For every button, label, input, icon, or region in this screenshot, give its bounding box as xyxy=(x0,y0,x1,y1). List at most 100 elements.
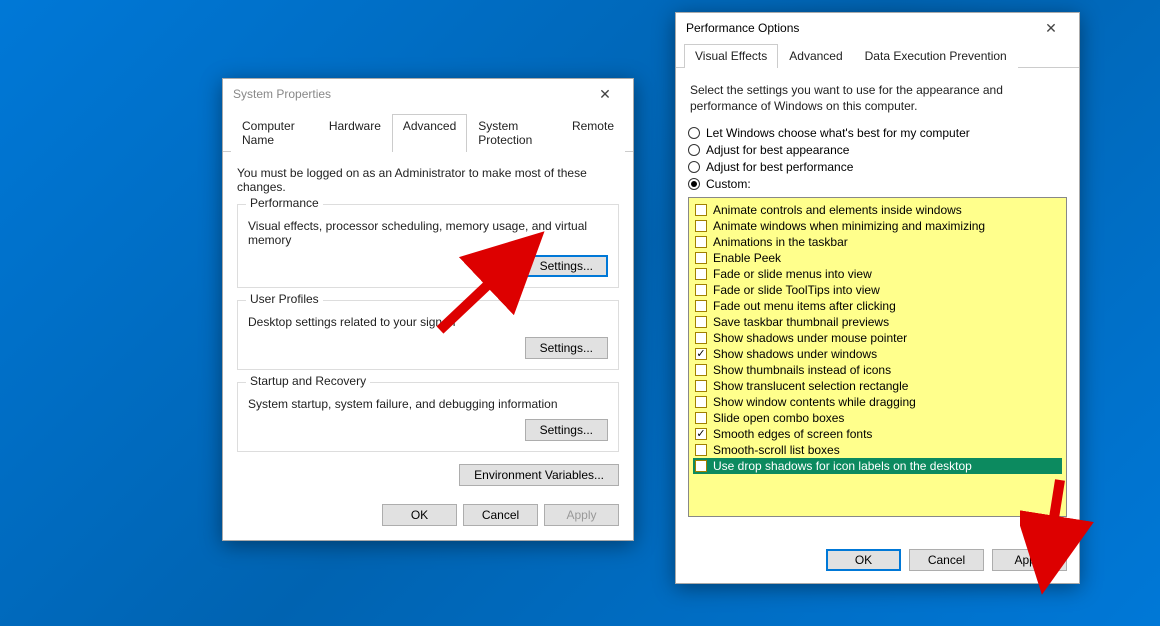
ok-button[interactable]: OK xyxy=(826,549,901,571)
radio-option[interactable]: Adjust for best appearance xyxy=(688,143,1067,157)
checkbox-icon xyxy=(695,316,707,328)
admin-instruction: You must be logged on as an Administrato… xyxy=(237,166,619,194)
checkbox-icon xyxy=(695,444,707,456)
checklist-label: Use drop shadows for icon labels on the … xyxy=(713,459,972,473)
group-desc: Visual effects, processor scheduling, me… xyxy=(248,219,608,247)
checklist-label: Animate controls and elements inside win… xyxy=(713,203,962,217)
checkbox-icon xyxy=(695,332,707,344)
checklist-label: Fade or slide menus into view xyxy=(713,267,872,281)
checklist-item[interactable]: Show shadows under mouse pointer xyxy=(693,330,1062,346)
checklist-item[interactable]: Fade or slide ToolTips into view xyxy=(693,282,1062,298)
checkbox-icon xyxy=(695,428,707,440)
radio-icon xyxy=(688,144,700,156)
radio-label: Let Windows choose what's best for my co… xyxy=(706,126,970,140)
ok-button[interactable]: OK xyxy=(382,504,457,526)
radio-option[interactable]: Adjust for best performance xyxy=(688,160,1067,174)
dialog-buttons: OK Cancel Apply xyxy=(237,496,619,526)
checklist-item[interactable]: Slide open combo boxes xyxy=(693,410,1062,426)
checkbox-icon xyxy=(695,268,707,280)
checkbox-icon xyxy=(695,220,707,232)
radio-icon xyxy=(688,127,700,139)
tab-hardware[interactable]: Hardware xyxy=(318,114,392,152)
tab-strip: Visual EffectsAdvancedData Execution Pre… xyxy=(676,43,1079,68)
radio-label: Adjust for best performance xyxy=(706,160,853,174)
checklist-item[interactable]: Show translucent selection rectangle xyxy=(693,378,1062,394)
tab-remote[interactable]: Remote xyxy=(561,114,625,152)
tab-visual-effects[interactable]: Visual Effects xyxy=(684,44,778,68)
checklist-item[interactable]: Use drop shadows for icon labels on the … xyxy=(693,458,1062,474)
checklist-label: Enable Peek xyxy=(713,251,781,265)
checkbox-icon xyxy=(695,204,707,216)
user-profiles-settings-button[interactable]: Settings... xyxy=(525,337,608,359)
environment-variables-button[interactable]: Environment Variables... xyxy=(459,464,619,486)
checklist-label: Show thumbnails instead of icons xyxy=(713,363,891,377)
checklist-label: Show shadows under windows xyxy=(713,347,877,361)
tab-data-execution-prevention[interactable]: Data Execution Prevention xyxy=(854,44,1018,68)
startup-settings-button[interactable]: Settings... xyxy=(525,419,608,441)
group-performance: Performance Visual effects, processor sc… xyxy=(237,204,619,288)
group-startup-recovery: Startup and Recovery System startup, sys… xyxy=(237,382,619,452)
performance-settings-button[interactable]: Settings... xyxy=(525,255,608,277)
checklist-item[interactable]: Show thumbnails instead of icons xyxy=(693,362,1062,378)
radio-label: Custom: xyxy=(706,177,751,191)
dialog-buttons: OK Cancel Apply xyxy=(688,529,1067,571)
tab-computer-name[interactable]: Computer Name xyxy=(231,114,318,152)
checkbox-icon xyxy=(695,284,707,296)
titlebar: System Properties ✕ xyxy=(223,79,633,109)
checklist-item[interactable]: Fade out menu items after clicking xyxy=(693,298,1062,314)
apply-button[interactable]: Apply xyxy=(544,504,619,526)
checklist-label: Animations in the taskbar xyxy=(713,235,848,249)
checklist-label: Animate windows when minimizing and maxi… xyxy=(713,219,985,233)
checkbox-icon xyxy=(695,236,707,248)
checklist-item[interactable]: Show shadows under windows xyxy=(693,346,1062,362)
window-title: Performance Options xyxy=(686,21,1031,35)
system-properties-window: System Properties ✕ Computer NameHardwar… xyxy=(222,78,634,541)
checkbox-icon xyxy=(695,460,707,472)
instruction-text: Select the settings you want to use for … xyxy=(690,82,1065,114)
checkbox-icon xyxy=(695,300,707,312)
tab-advanced[interactable]: Advanced xyxy=(392,114,467,152)
checklist-label: Slide open combo boxes xyxy=(713,411,844,425)
checklist-label: Show shadows under mouse pointer xyxy=(713,331,907,345)
visual-effects-listbox[interactable]: Animate controls and elements inside win… xyxy=(688,197,1067,517)
checkbox-icon xyxy=(695,396,707,408)
checklist-label: Smooth edges of screen fonts xyxy=(713,427,872,441)
checklist-item[interactable]: Animations in the taskbar xyxy=(693,234,1062,250)
dialog-body: You must be logged on as an Administrato… xyxy=(223,152,633,540)
dialog-body: Select the settings you want to use for … xyxy=(676,68,1079,583)
checklist-item[interactable]: Smooth-scroll list boxes xyxy=(693,442,1062,458)
close-icon[interactable]: ✕ xyxy=(585,86,625,103)
radio-icon xyxy=(688,161,700,173)
checklist-label: Fade or slide ToolTips into view xyxy=(713,283,880,297)
close-icon[interactable]: ✕ xyxy=(1031,20,1071,37)
group-user-profiles: User Profiles Desktop settings related t… xyxy=(237,300,619,370)
tab-advanced[interactable]: Advanced xyxy=(778,44,853,68)
radio-option[interactable]: Let Windows choose what's best for my co… xyxy=(688,126,1067,140)
radio-group: Let Windows choose what's best for my co… xyxy=(688,126,1067,191)
checklist-item[interactable]: Save taskbar thumbnail previews xyxy=(693,314,1062,330)
tab-system-protection[interactable]: System Protection xyxy=(467,114,561,152)
checkbox-icon xyxy=(695,412,707,424)
checklist-label: Save taskbar thumbnail previews xyxy=(713,315,889,329)
checkbox-icon xyxy=(695,364,707,376)
checkbox-icon xyxy=(695,252,707,264)
performance-options-window: Performance Options ✕ Visual EffectsAdva… xyxy=(675,12,1080,584)
cancel-button[interactable]: Cancel xyxy=(909,549,984,571)
checklist-item[interactable]: Show window contents while dragging xyxy=(693,394,1062,410)
radio-option[interactable]: Custom: xyxy=(688,177,1067,191)
radio-label: Adjust for best appearance xyxy=(706,143,849,157)
checklist-item[interactable]: Fade or slide menus into view xyxy=(693,266,1062,282)
group-legend: Performance xyxy=(246,196,323,210)
group-desc: Desktop settings related to your sign-in xyxy=(248,315,608,329)
window-title: System Properties xyxy=(233,87,585,101)
checklist-item[interactable]: Enable Peek xyxy=(693,250,1062,266)
cancel-button[interactable]: Cancel xyxy=(463,504,538,526)
checklist-item[interactable]: Animate windows when minimizing and maxi… xyxy=(693,218,1062,234)
checklist-item[interactable]: Animate controls and elements inside win… xyxy=(693,202,1062,218)
group-desc: System startup, system failure, and debu… xyxy=(248,397,608,411)
group-legend: Startup and Recovery xyxy=(246,374,370,388)
checkbox-icon xyxy=(695,380,707,392)
checklist-item[interactable]: Smooth edges of screen fonts xyxy=(693,426,1062,442)
apply-button[interactable]: Apply xyxy=(992,549,1067,571)
checkbox-icon xyxy=(695,348,707,360)
